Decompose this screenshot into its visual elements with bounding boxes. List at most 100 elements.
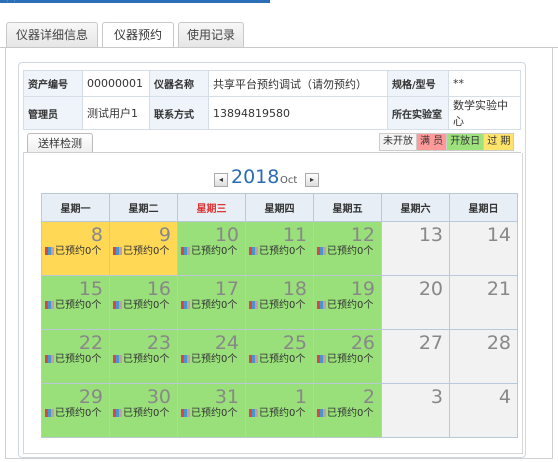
booking-text: 已预约0个: [191, 354, 238, 365]
calendar-day-cell[interactable]: 24 已预约0个: [177, 329, 246, 384]
booking-icon: [317, 247, 326, 255]
booking-icon: [181, 355, 190, 363]
booking-text: 已预约0个: [55, 300, 102, 311]
booking-count[interactable]: 已预约0个: [45, 296, 101, 311]
weekday-header: 星期五: [313, 193, 382, 222]
calendar-day-cell[interactable]: 25 已预约0个: [245, 329, 314, 384]
weekday-header: 星期一: [41, 193, 110, 222]
calendar-day-cell[interactable]: 22 已预约0个: [41, 329, 110, 384]
booking-count[interactable]: 已预约0个: [45, 404, 101, 419]
calendar-day-cell: 14: [449, 221, 518, 276]
booking-icon: [317, 301, 326, 309]
booking-count[interactable]: 已预约0个: [181, 404, 237, 419]
booking-count[interactable]: 已预约0个: [249, 242, 305, 257]
weekday-header: 星期二: [109, 193, 178, 222]
booking-count[interactable]: 已预约0个: [113, 404, 169, 419]
calendar-week-row: 22 已预约0个 23 已预约0个 24 已预约0个 25 已预约0个 26 已预约0个 27 28: [41, 329, 518, 384]
calendar-day-cell[interactable]: 18 已预约0个: [245, 275, 314, 330]
booking-icon: [249, 247, 258, 255]
lab-value: 数学实验中心: [448, 96, 521, 130]
contact-value: 13894819580: [208, 96, 388, 130]
booking-count[interactable]: 已预约0个: [249, 296, 305, 311]
calendar-day-cell[interactable]: 19 已预约0个: [313, 275, 382, 330]
manager-value: 测试用户1: [82, 96, 150, 130]
calendar-day-cell[interactable]: 17 已预约0个: [177, 275, 246, 330]
calendar-day-cell[interactable]: 10 已预约0个: [177, 221, 246, 276]
calendar-day-cell: 20: [381, 275, 450, 330]
booking-count[interactable]: 已预约0个: [317, 404, 373, 419]
booking-text: 已预约0个: [259, 354, 306, 365]
booking-icon: [249, 301, 258, 309]
booking-text: 已预约0个: [123, 300, 170, 311]
booking-count[interactable]: 已预约0个: [113, 242, 169, 257]
manager-label: 管理员: [23, 96, 83, 130]
booking-icon: [249, 409, 258, 417]
calendar-day-cell: 4: [449, 383, 518, 438]
booking-count[interactable]: 已预约0个: [45, 242, 101, 257]
booking-icon: [45, 409, 54, 417]
status-legend: 未开放 满 员 开放日 过 期: [379, 133, 515, 151]
calendar-header: ◂ 2018 Oct ▸: [24, 163, 522, 189]
day-number: 20: [418, 278, 443, 300]
booking-icon: [181, 247, 190, 255]
tab-instrument-details[interactable]: 仪器详细信息: [6, 22, 98, 47]
calendar-day-cell[interactable]: 31 已预约0个: [177, 383, 246, 438]
prev-month-button[interactable]: ◂: [214, 173, 228, 187]
booking-count[interactable]: 已预约0个: [317, 350, 373, 365]
top-accent-line: [0, 0, 270, 3]
legend-full: 满 员: [416, 134, 447, 150]
calendar-day-cell: 21: [449, 275, 518, 330]
spec-label: 规格/型号: [387, 70, 449, 97]
tab-usage-records[interactable]: 使用记录: [178, 22, 244, 47]
calendar-day-cell[interactable]: 1 已预约0个: [245, 383, 314, 438]
booking-count[interactable]: 已预约0个: [317, 296, 373, 311]
calendar-day-cell[interactable]: 12 已预约0个: [313, 221, 382, 276]
booking-icon: [181, 301, 190, 309]
booking-text: 已预约0个: [55, 354, 102, 365]
calendar-day-cell[interactable]: 29 已预约0个: [41, 383, 110, 438]
booking-count[interactable]: 已预约0个: [181, 350, 237, 365]
day-number: 21: [486, 278, 511, 300]
calendar-day-cell[interactable]: 15 已预约0个: [41, 275, 110, 330]
booking-text: 已预约0个: [123, 354, 170, 365]
booking-text: 已预约0个: [327, 246, 374, 257]
booking-count[interactable]: 已预约0个: [45, 350, 101, 365]
calendar-day-cell[interactable]: 11 已预约0个: [245, 221, 314, 276]
legend-open: 开放日: [446, 134, 484, 150]
calendar-day-cell[interactable]: 2 已预约0个: [313, 383, 382, 438]
booking-count[interactable]: 已预约0个: [317, 242, 373, 257]
weekday-header: 星期日: [449, 193, 518, 222]
weekday-header: 星期四: [245, 193, 314, 222]
booking-count[interactable]: 已预约0个: [249, 404, 305, 419]
calendar-day-cell[interactable]: 30 已预约0个: [109, 383, 178, 438]
day-number: 28: [486, 332, 511, 354]
next-month-button[interactable]: ▸: [305, 173, 319, 187]
booking-text: 已预约0个: [55, 246, 102, 257]
tab-instrument-booking[interactable]: 仪器预约: [102, 22, 174, 48]
calendar-day-cell[interactable]: 16 已预约0个: [109, 275, 178, 330]
booking-count[interactable]: 已预约0个: [181, 242, 237, 257]
top-bar: · ·: [0, 0, 558, 8]
booking-count[interactable]: 已预约0个: [113, 296, 169, 311]
calendar-week-row: 15 已预约0个 16 已预约0个 17 已预约0个 18 已预约0个 19 已预约0个 20 21: [41, 275, 518, 330]
booking-count[interactable]: 已预约0个: [249, 350, 305, 365]
asset-no-value: 00000001: [82, 70, 150, 97]
booking-icon: [45, 247, 54, 255]
lab-label: 所在实验室: [387, 96, 449, 130]
calendar-day-cell[interactable]: 8 已预约0个: [41, 221, 110, 276]
tab-sample-testing[interactable]: 送样检测: [27, 133, 93, 153]
calendar-day-cell[interactable]: 23 已预约0个: [109, 329, 178, 384]
booking-icon: [45, 355, 54, 363]
name-label: 仪器名称: [149, 70, 209, 97]
calendar-week-row: 8 已预约0个 9 已预约0个 10 已预约0个 11 已预约0个 12 已预约0个 13 14: [41, 221, 518, 276]
booking-count[interactable]: 已预约0个: [113, 350, 169, 365]
booking-text: 已预约0个: [327, 408, 374, 419]
booking-text: 已预约0个: [191, 300, 238, 311]
spec-value: **: [448, 70, 521, 97]
booking-count[interactable]: 已预约0个: [181, 296, 237, 311]
booking-panel: 资产编号 00000001 仪器名称 共享平台预约调试（请勿预约） 规格/型号 …: [18, 62, 526, 458]
calendar-day-cell[interactable]: 9 已预约0个: [109, 221, 178, 276]
calendar-day-cell[interactable]: 26 已预约0个: [313, 329, 382, 384]
booking-icon: [113, 409, 122, 417]
booking-text: 已预约0个: [327, 300, 374, 311]
